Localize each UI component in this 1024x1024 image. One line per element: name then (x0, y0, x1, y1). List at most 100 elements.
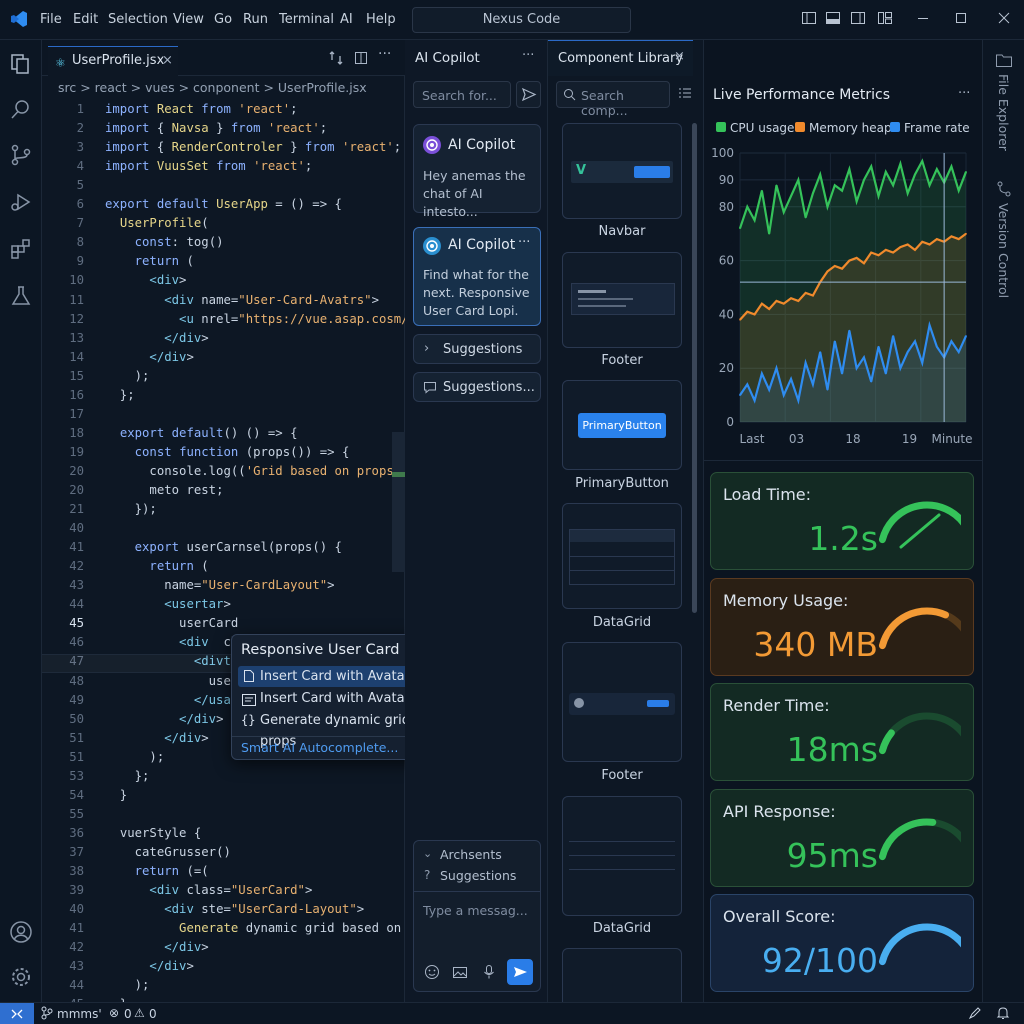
extensions-icon[interactable] (9, 237, 33, 261)
remote-indicator[interactable] (0, 1003, 34, 1024)
copilot-search-send-button[interactable] (516, 81, 541, 108)
code-line[interactable]: const: tog() (105, 235, 224, 249)
code-line[interactable]: import { RenderControler } from 'react'; (105, 140, 401, 154)
code-line[interactable]: <usertar> (105, 597, 231, 611)
account-icon[interactable] (9, 920, 33, 944)
autocomplete-footer-link[interactable]: Smart AI Autocomplete... (241, 740, 398, 755)
code-line[interactable]: <div ste="UserCard-Layout"> (105, 902, 364, 916)
menu-edit[interactable]: Edit (73, 12, 98, 27)
breadcrumb[interactable]: src > react > vues > conponent > UserPro… (58, 80, 367, 95)
code-line[interactable]: } (105, 788, 127, 802)
version-control-icon[interactable] (995, 180, 1013, 202)
metric-card[interactable]: Load Time: 1.2s (710, 472, 974, 570)
search-icon[interactable] (9, 97, 33, 121)
account-feedback-icon[interactable] (968, 1006, 982, 1023)
code-line[interactable]: name="User-CardLayout"> (105, 578, 334, 592)
code-line[interactable]: import React from 'react'; (105, 102, 298, 116)
menu-go[interactable]: Go (214, 12, 232, 27)
compare-changes-icon[interactable] (328, 50, 344, 70)
component-card-datagrid-2[interactable] (562, 796, 682, 916)
archsents-item[interactable]: Archsents (440, 847, 502, 862)
maximize-icon[interactable] (952, 10, 970, 28)
customize-layout-icon[interactable] (876, 10, 894, 28)
menu-ai[interactable]: AI (340, 12, 353, 27)
copilot-search-input[interactable]: Search for... (413, 81, 511, 108)
code-line[interactable]: </div> (105, 331, 208, 345)
testing-flask-icon[interactable] (9, 284, 33, 308)
code-line[interactable]: ); (105, 978, 150, 992)
code-line[interactable]: userCard (105, 616, 238, 630)
warning-count[interactable]: 0 (149, 1007, 157, 1021)
close-window-icon[interactable] (995, 10, 1013, 28)
metric-card[interactable]: Render Time: 18ms (710, 683, 974, 781)
emoji-icon[interactable] (424, 964, 440, 984)
suggestions-button[interactable]: › Suggestions (413, 334, 541, 364)
suggestions-item[interactable]: Suggestions (440, 868, 516, 883)
menu-run[interactable]: Run (243, 12, 268, 27)
metric-card[interactable]: API Response: 95ms (710, 788, 974, 887)
file-tab-userprofile[interactable]: ⚛ UserProfile.jsx × (48, 46, 178, 76)
code-line[interactable]: vuerStyle { (105, 826, 201, 840)
code-line[interactable]: import { Navsa } from 'react'; (105, 121, 327, 135)
code-line[interactable]: ); (105, 750, 164, 764)
metrics-more-icon[interactable]: ··· (958, 86, 970, 101)
code-line[interactable]: </div> (105, 731, 208, 745)
image-attach-icon[interactable] (452, 964, 468, 984)
code-line[interactable]: import VuusSet from 'react'; (105, 159, 312, 173)
code-line[interactable]: return ( (105, 254, 194, 268)
menu-file[interactable]: File (40, 12, 62, 27)
error-count[interactable]: 0 (124, 1007, 132, 1021)
code-line[interactable]: <u nrel="https://vue.asap.cosm/ar (105, 312, 423, 326)
menu-terminal[interactable]: Terminal (279, 12, 334, 27)
branch-name[interactable]: mmms' (57, 1007, 102, 1021)
code-line[interactable]: }; (105, 388, 135, 402)
performance-line-chart[interactable]: 0 20 40 60 80 90 100 Last 03 18 19 Minute (704, 140, 982, 455)
menu-view[interactable]: View (173, 12, 204, 27)
send-message-button[interactable] (507, 959, 533, 985)
version-control-label[interactable]: Version Control (996, 203, 1011, 298)
explorer-icon[interactable] (9, 52, 33, 76)
close-library-icon[interactable]: × (674, 49, 685, 64)
source-control-icon[interactable] (9, 143, 33, 167)
code-line[interactable]: meto rest; (105, 483, 223, 497)
component-card-datagrid[interactable] (562, 503, 682, 609)
code-line[interactable]: <div> (105, 273, 186, 287)
library-search-input[interactable]: Search comp... (556, 81, 670, 118)
run-debug-icon[interactable] (9, 190, 33, 214)
library-tab[interactable]: Component Library × (548, 40, 693, 76)
component-card-more[interactable] (562, 948, 682, 1008)
code-line[interactable]: }; (105, 769, 150, 783)
code-line[interactable]: UserProfile( (105, 216, 209, 230)
toggle-primary-sidebar-icon[interactable] (800, 10, 818, 28)
code-line[interactable]: <div cl (105, 635, 238, 649)
code-line[interactable]: user (105, 674, 239, 688)
suggestions-more-button[interactable]: Suggestions... (413, 372, 541, 402)
copilot-message-card[interactable]: AI Copilot Hey anemas the chat of AI int… (413, 124, 541, 219)
code-line[interactable]: </div> (105, 940, 208, 954)
toggle-secondary-sidebar-icon[interactable] (849, 10, 867, 28)
code-line[interactable]: return ( (105, 559, 208, 573)
component-card-primarybutton[interactable]: PrimaryButton (562, 380, 682, 470)
library-scrollbar[interactable] (692, 123, 697, 613)
metric-card[interactable]: Memory Usage: 340 MB (710, 577, 974, 676)
command-center[interactable]: Nexus Code (412, 7, 631, 33)
toggle-panel-icon[interactable] (824, 10, 842, 28)
list-view-icon[interactable] (678, 86, 692, 104)
notifications-bell-icon[interactable] (996, 1006, 1010, 1023)
code-line[interactable]: </div> (105, 712, 223, 726)
code-line[interactable]: }); (105, 502, 157, 516)
code-line[interactable]: cateGrusser() (105, 845, 231, 859)
split-editor-icon[interactable] (353, 50, 369, 70)
code-line[interactable]: <div name="User-Card-Avatrs"> (105, 293, 379, 307)
component-card-footer[interactable] (562, 252, 682, 348)
file-explorer-label[interactable]: File Explorer (996, 74, 1011, 151)
code-line[interactable]: <div class="UserCard"> (105, 883, 312, 897)
code-line[interactable]: </div> (105, 959, 193, 973)
component-card-footer-2[interactable] (562, 642, 682, 762)
close-tab-icon[interactable]: × (162, 53, 173, 68)
metric-card[interactable]: Overall Score: 92/100 (710, 894, 974, 992)
editor-scrollbar[interactable] (392, 432, 405, 572)
copilot-message-card-active[interactable]: AI Copilot ··· Find what for the next. R… (413, 227, 541, 326)
minimize-icon[interactable] (914, 10, 932, 28)
menu-selection[interactable]: Selection (108, 12, 168, 27)
